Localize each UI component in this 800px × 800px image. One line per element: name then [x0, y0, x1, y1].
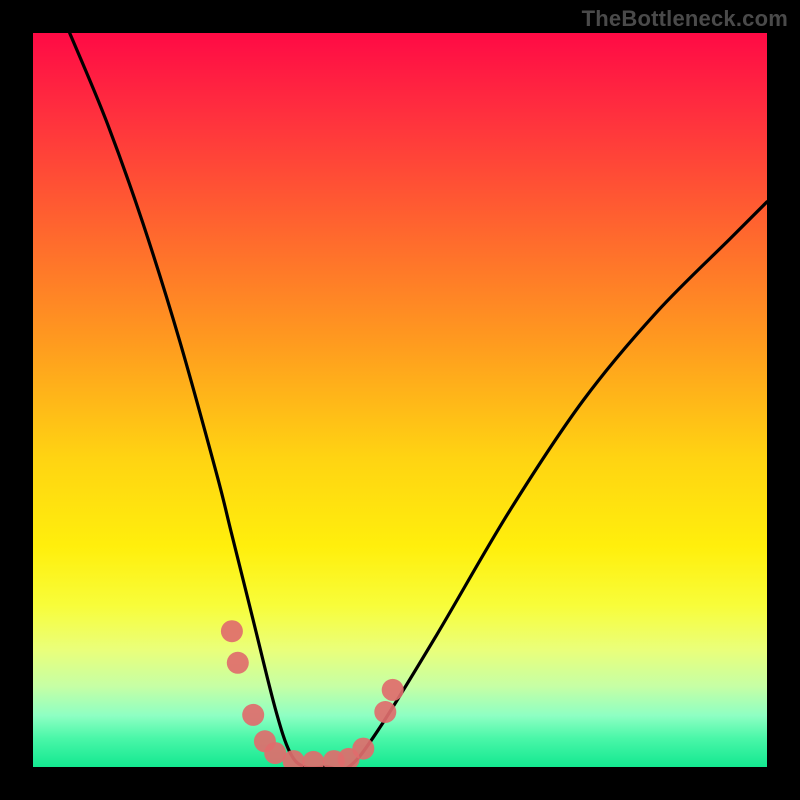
plot-area	[33, 33, 767, 767]
marker-dot	[221, 620, 243, 642]
marker-layer	[221, 620, 404, 767]
marker-dot	[302, 751, 324, 767]
marker-dot	[352, 738, 374, 760]
marker-dot	[227, 652, 249, 674]
marker-dot	[242, 704, 264, 726]
primary-curve	[70, 33, 767, 767]
curve-layer	[70, 33, 767, 767]
outer-frame: TheBottleneck.com	[0, 0, 800, 800]
watermark-text: TheBottleneck.com	[582, 6, 788, 32]
marker-dot	[374, 701, 396, 723]
marker-dot	[382, 679, 404, 701]
chart-svg	[33, 33, 767, 767]
